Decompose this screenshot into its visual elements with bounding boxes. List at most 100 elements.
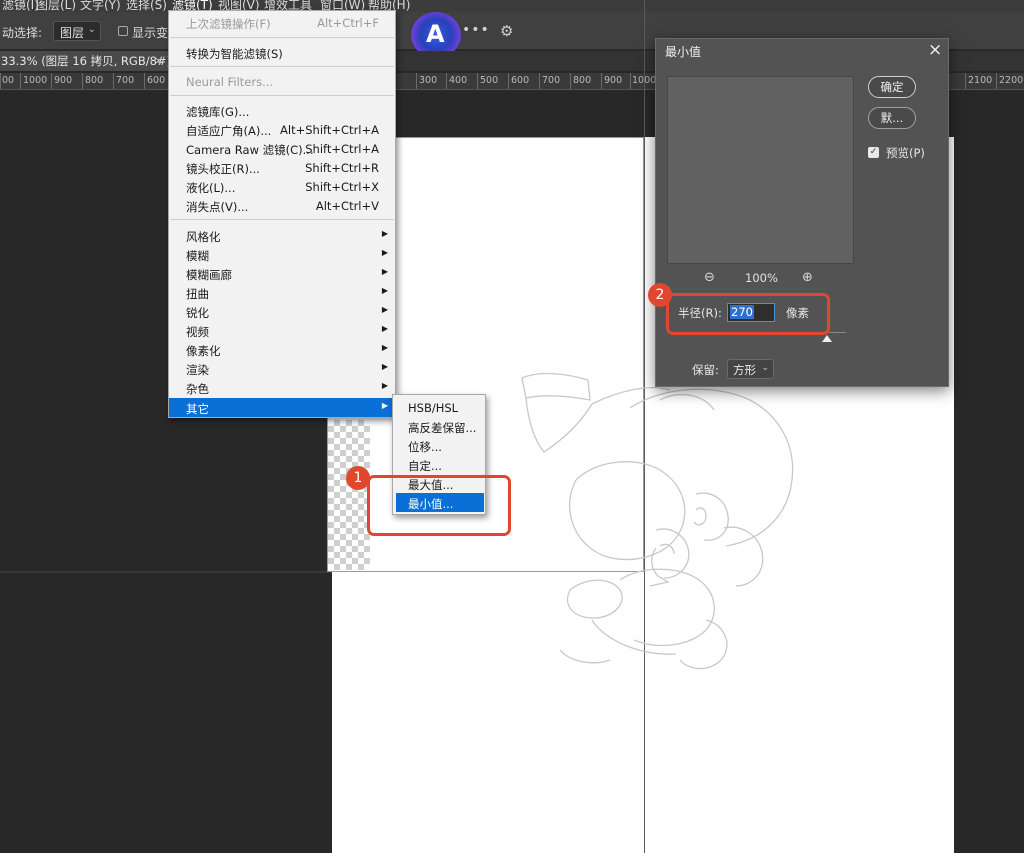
- show-transform-checkbox[interactable]: [118, 26, 128, 36]
- submenu-item-custom[interactable]: 自定...: [393, 455, 485, 474]
- zoom-in-icon[interactable]: ⊕: [802, 270, 813, 285]
- ruler-tick: 800: [85, 75, 104, 86]
- preview-checkbox[interactable]: ✓: [868, 147, 879, 158]
- ok-button[interactable]: 确定: [868, 76, 916, 98]
- ruler-tick: 2200: [999, 75, 1024, 86]
- menu-item-label: 上次滤镜操作(F): [186, 17, 271, 31]
- menu-item-shortcut: Alt+Ctrl+V: [315, 199, 379, 213]
- callout-highlight-minimum: [367, 475, 511, 536]
- auto-select-dropdown[interactable]: 图层 ⌄: [53, 21, 101, 41]
- menu-item-blur-gallery[interactable]: 模糊画廊 ▶: [169, 264, 395, 283]
- menu-item-select[interactable]: 选择(S): [126, 0, 167, 12]
- menu-item-label: Camera Raw 滤镜(C)...: [186, 143, 314, 157]
- dialog-title: 最小值: [665, 45, 702, 59]
- submenu-arrow-icon: ▶: [381, 229, 388, 238]
- auto-select-label: 动选择:: [2, 26, 43, 40]
- ruler-tick: 400: [449, 75, 468, 86]
- ruler-line: [20, 73, 21, 89]
- menu-item-video[interactable]: 视频 ▶: [169, 321, 395, 340]
- menu-item-distort[interactable]: 扭曲 ▶: [169, 283, 395, 302]
- menu-item-label: 视频: [186, 325, 209, 339]
- logo-letter-icon: A: [426, 20, 445, 48]
- ruler-tick: 700: [116, 75, 135, 86]
- preview-label: 预览(P): [886, 146, 925, 160]
- menu-item-label: 高反差保留...: [408, 421, 477, 435]
- close-icon[interactable]: ×: [928, 40, 942, 60]
- ruler-tick: 1000: [23, 75, 48, 86]
- menu-item-noise[interactable]: 杂色 ▶: [169, 378, 395, 397]
- auto-select-value: 图层: [60, 26, 85, 40]
- ruler-tick: 800: [573, 75, 592, 86]
- window-divider: [0, 571, 332, 573]
- submenu-item-high-pass[interactable]: 高反差保留...: [393, 417, 485, 436]
- ruler-tick: 600: [147, 75, 166, 86]
- menu-item-blur[interactable]: 模糊 ▶: [169, 245, 395, 264]
- radius-slider-handle[interactable]: [822, 335, 832, 342]
- menu-item-filter-gallery[interactable]: 滤镜库(G)...: [169, 101, 395, 120]
- ruler-line: [477, 73, 478, 89]
- menu-item-type[interactable]: 文字(Y): [80, 0, 121, 12]
- callout-highlight-radius: [666, 293, 830, 335]
- ruler-line: [446, 73, 447, 89]
- zoom-level: 100%: [745, 271, 778, 285]
- ruler-line: [508, 73, 509, 89]
- menu-item-convert-smart-filter[interactable]: 转换为智能滤镜(S): [169, 43, 395, 62]
- menu-item-filter-cut[interactable]: 滤镜(I): [2, 0, 39, 12]
- menu-item-liquify[interactable]: 液化(L)... Shift+Ctrl+X: [169, 177, 395, 196]
- submenu-arrow-icon: ▶: [381, 248, 388, 257]
- gear-icon[interactable]: ⚙: [500, 22, 513, 40]
- menu-item-label: 扭曲: [186, 287, 209, 301]
- preserve-value: 方形: [733, 363, 756, 377]
- submenu-item-offset[interactable]: 位移...: [393, 436, 485, 455]
- document-tab[interactable]: 33.3% (图层 16 拷贝, RGB/8#) * ×: [0, 51, 180, 71]
- chevron-down-icon: ⌄: [87, 24, 96, 35]
- menu-separator: [170, 95, 394, 96]
- menu-item-stylize[interactable]: 风格化 ▶: [169, 226, 395, 245]
- reset-button[interactable]: 默...: [868, 107, 916, 129]
- menu-item-render[interactable]: 渲染 ▶: [169, 359, 395, 378]
- menu-item-last-filter: 上次滤镜操作(F) Alt+Ctrl+F: [169, 13, 395, 32]
- submenu-arrow-icon: ▶: [381, 267, 388, 276]
- menu-item-label: 消失点(V)...: [186, 200, 249, 214]
- ruler-line: [539, 73, 540, 89]
- menu-item-camera-raw[interactable]: Camera Raw 滤镜(C)... Shift+Ctrl+A: [169, 139, 395, 158]
- submenu-arrow-icon: ▶: [381, 324, 388, 333]
- ruler-line: [416, 73, 417, 89]
- menu-item-sharpen[interactable]: 锐化 ▶: [169, 302, 395, 321]
- menu-separator: [170, 219, 394, 220]
- menu-separator: [170, 66, 394, 67]
- menu-item-layer[interactable]: 图层(L): [36, 0, 76, 12]
- more-options-icon[interactable]: •••: [462, 22, 490, 38]
- menu-item-shortcut: Shift+Ctrl+X: [305, 180, 379, 194]
- ruler-line: [996, 73, 997, 89]
- filter-preview-pane[interactable]: [667, 76, 854, 264]
- submenu-item-hsb-hsl[interactable]: HSB/HSL: [393, 398, 485, 417]
- menu-item-label: 渲染: [186, 363, 209, 377]
- transparency-checker: [328, 420, 370, 570]
- preserve-dropdown[interactable]: 方形 ⌄: [727, 359, 774, 379]
- menu-item-other[interactable]: 其它 ▶: [169, 398, 395, 417]
- menu-item-neural-filters: Neural Filters...: [169, 72, 395, 91]
- close-icon[interactable]: ×: [154, 54, 163, 67]
- menu-item-shortcut: Shift+Ctrl+A: [305, 142, 379, 156]
- menu-item-adaptive-wide-angle[interactable]: 自适应广角(A)... Alt+Shift+Ctrl+A: [169, 120, 395, 139]
- menu-bar: 滤镜(I) 图层(L) 文字(Y) 选择(S) 滤镜(T) 视图(V) 增效工具…: [0, 0, 1024, 12]
- zoom-out-icon[interactable]: ⊖: [704, 270, 715, 285]
- ruler-line: [601, 73, 602, 89]
- menu-item-shortcut: Alt+Ctrl+F: [317, 16, 379, 30]
- menu-item-lens-correction[interactable]: 镜头校正(R)... Shift+Ctrl+R: [169, 158, 395, 177]
- menu-item-label: 像素化: [186, 344, 221, 358]
- menu-separator: [170, 37, 394, 38]
- menu-item-label: HSB/HSL: [408, 401, 459, 415]
- menu-item-shortcut: Shift+Ctrl+R: [305, 161, 379, 175]
- menu-item-label: 模糊画廊: [186, 268, 232, 282]
- menu-item-label: 杂色: [186, 382, 209, 396]
- menu-item-vanishing-point[interactable]: 消失点(V)... Alt+Ctrl+V: [169, 196, 395, 215]
- chevron-down-icon: ⌄: [761, 363, 769, 373]
- menu-item-label: 转换为智能滤镜(S): [186, 47, 283, 61]
- menu-item-pixelate[interactable]: 像素化 ▶: [169, 340, 395, 359]
- preserve-label: 保留:: [692, 363, 719, 377]
- menu-item-shortcut: Alt+Shift+Ctrl+A: [280, 123, 379, 137]
- menu-item-label: 自定...: [408, 459, 442, 473]
- menu-item-label: 自适应广角(A)...: [186, 124, 272, 138]
